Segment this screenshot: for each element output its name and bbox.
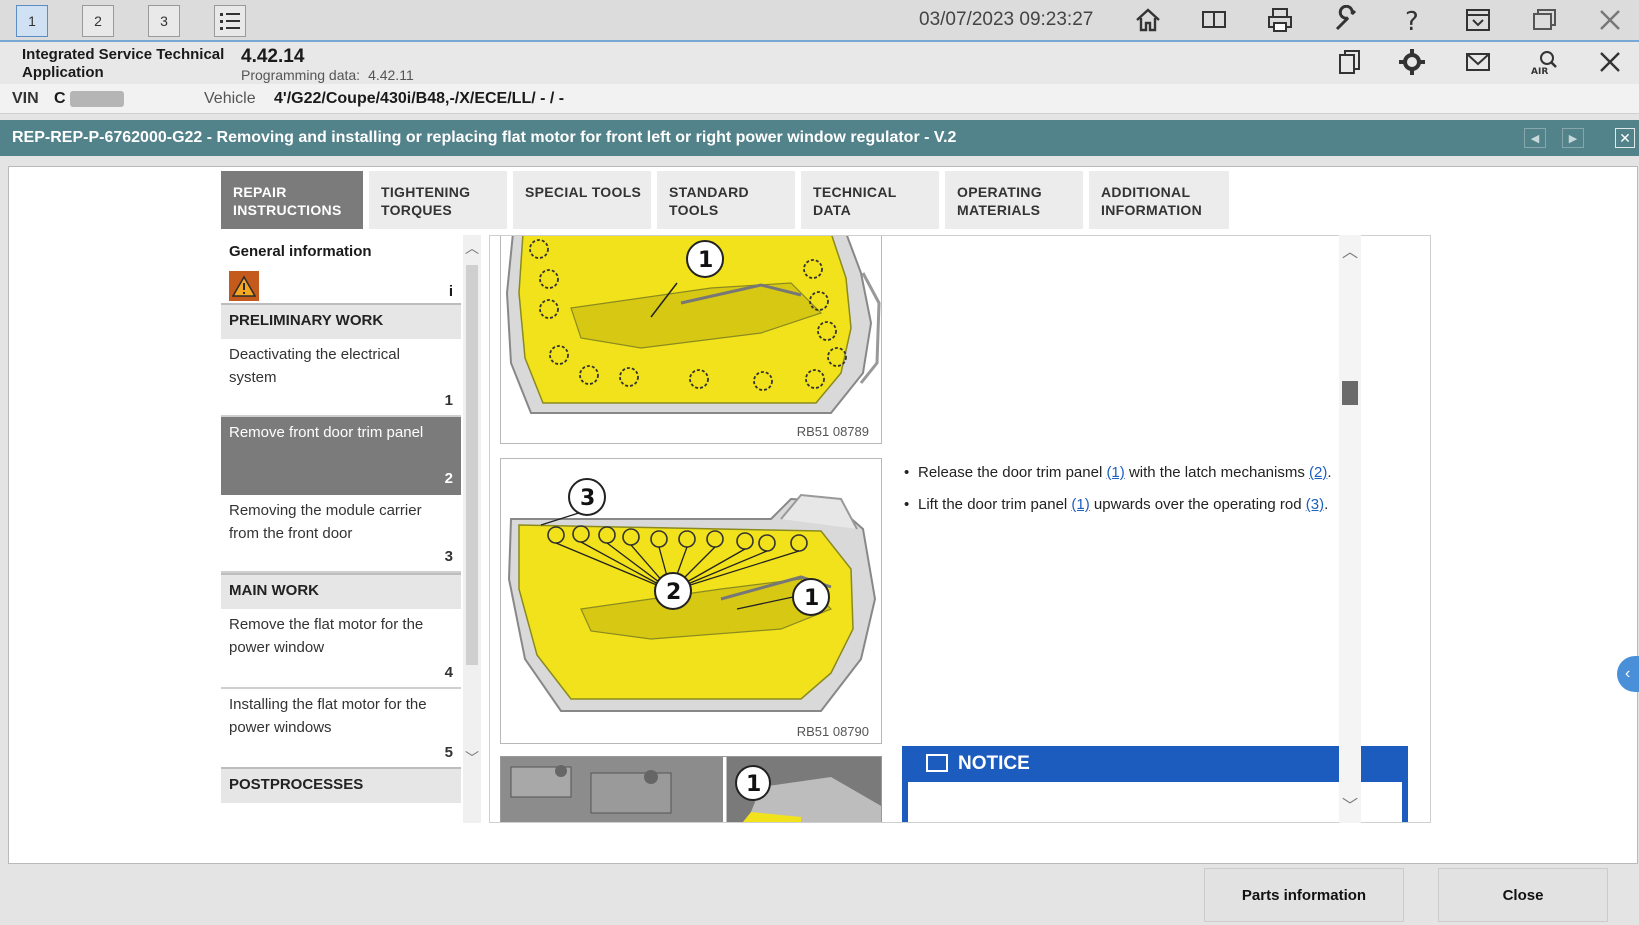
session-tab-3[interactable]: 3 bbox=[148, 5, 180, 37]
svg-text:AIR: AIR bbox=[1531, 67, 1548, 77]
top-toolbar: 1 2 3 03/07/2023 09:23:27 ? bbox=[0, 0, 1639, 42]
nav-item-remove-flat-motor[interactable]: Remove the flat motor for the power wind… bbox=[221, 609, 461, 689]
content-scroll-down-icon[interactable]: ﹀ bbox=[1341, 795, 1359, 815]
door-trim-illustration-1: 1 bbox=[505, 236, 881, 414]
section-postprocesses: POSTPROCESSES bbox=[221, 767, 461, 803]
door-trim-illustration-2: 2 3 1 bbox=[507, 478, 877, 712]
navigation-scrollbar[interactable]: ︿ ﹀ bbox=[463, 235, 481, 823]
datetime: 03/07/2023 09:23:27 bbox=[919, 9, 1094, 30]
book-icon[interactable] bbox=[1194, 2, 1234, 38]
vehicle-value: 4'/G22/Coupe/430i/B48,-/X/ECE/LL/ - / - bbox=[274, 90, 565, 107]
close-app-icon[interactable] bbox=[1590, 2, 1630, 38]
nav-item-install-flat-motor[interactable]: Installing the flat motor for the power … bbox=[221, 689, 461, 769]
figure1-callout-1: 1 bbox=[698, 248, 713, 273]
tab-operating-materials[interactable]: OPERATING MATERIALS bbox=[945, 171, 1083, 229]
download-icon[interactable] bbox=[1458, 2, 1498, 38]
figure2-callout-2: 2 bbox=[666, 580, 681, 605]
session-tab-2[interactable]: 2 bbox=[82, 5, 114, 37]
figure2-caption: RB51 08790 bbox=[796, 724, 869, 739]
previous-document-icon[interactable]: ◀ bbox=[1524, 128, 1546, 148]
vin-label: VIN bbox=[12, 90, 39, 107]
navigation-scroll-thumb[interactable] bbox=[466, 265, 478, 665]
section-main-work: MAIN WORK bbox=[221, 573, 461, 609]
nav-item-remove-door-trim[interactable]: Remove front door trim panel 2 bbox=[221, 417, 461, 495]
warning-icon bbox=[229, 271, 259, 301]
programming-data: Programming data: 4.42.11 bbox=[241, 67, 414, 83]
tab-additional-information[interactable]: ADDITIONAL INFORMATION bbox=[1089, 171, 1229, 229]
general-information-item[interactable]: General information i bbox=[221, 235, 461, 307]
document-frame: REPAIR INSTRUCTIONS TIGHTENING TORQUES SPE… bbox=[8, 166, 1638, 864]
ref-link-3[interactable]: (3) bbox=[1306, 496, 1324, 513]
app-version: 4.42.14 bbox=[241, 46, 305, 67]
figure1-caption: RB51 08789 bbox=[796, 424, 869, 439]
instruction-steps: Release the door trim panel (1) with the… bbox=[902, 464, 1402, 528]
ref-link-2[interactable]: (2) bbox=[1309, 464, 1327, 481]
info-marker: i bbox=[448, 283, 453, 300]
scroll-up-icon[interactable]: ︿ bbox=[463, 239, 481, 257]
tab-tightening-torques[interactable]: TIGHTENING TORQUES bbox=[369, 171, 507, 229]
document-title: REP-REP-P-6762000-G22 - Removing and ins… bbox=[12, 129, 957, 146]
tab-technical-data[interactable]: TECHNICAL DATA bbox=[801, 171, 939, 229]
general-information-title: General information bbox=[229, 243, 372, 260]
ref-link-1[interactable]: (1) bbox=[1106, 464, 1124, 481]
wrench-icon[interactable] bbox=[1326, 2, 1366, 38]
tab-repair-instructions[interactable]: REPAIR INSTRUCTIONS bbox=[221, 171, 363, 229]
list-icon[interactable] bbox=[214, 5, 246, 37]
figure-door-trim-screws: 1 RB51 08789 bbox=[500, 236, 882, 444]
figure2-callout-3: 3 bbox=[580, 486, 595, 511]
document-copy-icon[interactable] bbox=[1330, 44, 1370, 80]
notice-header: NOTICE bbox=[902, 746, 1408, 782]
document-title-bar: REP-REP-P-6762000-G22 - Removing and ins… bbox=[0, 120, 1639, 156]
ref-link-1b[interactable]: (1) bbox=[1071, 496, 1089, 513]
nav-item-deactivating-electrical[interactable]: Deactivating the electrical system 1 bbox=[221, 339, 461, 417]
notice-icon bbox=[926, 754, 948, 772]
vehicle-row: VIN C Vehicle 4'/G22/Coupe/430i/B48,-/X/… bbox=[0, 84, 1639, 114]
vin-value: C bbox=[54, 90, 66, 107]
motor-illustration-partial: 1 bbox=[501, 757, 881, 822]
step-navigation: General information i PRELIMINARY WORK D… bbox=[221, 235, 461, 823]
close-icon[interactable] bbox=[1590, 44, 1630, 80]
instruction-step-1: Release the door trim panel (1) with the… bbox=[902, 464, 1402, 481]
gear-icon[interactable] bbox=[1392, 44, 1432, 80]
figure2-callout-1: 1 bbox=[804, 586, 819, 611]
instruction-content: 1 RB51 08789 2 3 1 RB51 08790 1 • Releas… bbox=[489, 235, 1431, 823]
app-name: Integrated Service Technical Application bbox=[22, 46, 225, 81]
content-scroll-up-icon[interactable]: ︿ bbox=[1341, 241, 1359, 261]
svg-text:?: ? bbox=[1405, 7, 1419, 35]
session-tab-1[interactable]: 1 bbox=[16, 5, 48, 37]
home-icon[interactable] bbox=[1128, 2, 1168, 38]
scroll-down-icon[interactable]: ﹀ bbox=[463, 749, 481, 767]
figure-door-trim-latches: 2 3 1 RB51 08790 bbox=[500, 458, 882, 744]
instruction-step-2: Lift the door trim panel (1) upwards ove… bbox=[902, 496, 1402, 513]
figure3-callout-1: 1 bbox=[746, 772, 761, 797]
tab-standard-tools[interactable]: STANDARD TOOLS bbox=[657, 171, 795, 229]
mail-icon[interactable] bbox=[1458, 44, 1498, 80]
help-icon[interactable]: ? bbox=[1392, 2, 1432, 38]
content-scroll-thumb[interactable] bbox=[1342, 381, 1358, 405]
air-search-icon[interactable]: AIR bbox=[1524, 44, 1564, 80]
vehicle-label: Vehicle bbox=[204, 90, 256, 107]
figure-motor-partial: 1 bbox=[500, 756, 882, 822]
next-document-icon[interactable]: ▶ bbox=[1562, 128, 1584, 148]
app-info-row: Integrated Service Technical Application… bbox=[0, 42, 1639, 84]
close-document-icon[interactable]: ✕ bbox=[1615, 128, 1635, 148]
window-icon[interactable] bbox=[1524, 2, 1564, 38]
notice-box: NOTICE bbox=[902, 746, 1408, 822]
printer-icon[interactable] bbox=[1260, 2, 1300, 38]
parts-information-button[interactable]: Parts information bbox=[1204, 868, 1404, 922]
nav-item-remove-module-carrier[interactable]: Removing the module carrier from the fro… bbox=[221, 495, 461, 573]
section-preliminary-work: PRELIMINARY WORK bbox=[221, 303, 461, 339]
vin-redacted bbox=[70, 91, 124, 107]
tab-special-tools[interactable]: SPECIAL TOOLS bbox=[513, 171, 651, 229]
content-scrollbar[interactable]: ︿ ﹀ bbox=[1339, 235, 1361, 823]
close-button[interactable]: Close bbox=[1438, 868, 1608, 922]
